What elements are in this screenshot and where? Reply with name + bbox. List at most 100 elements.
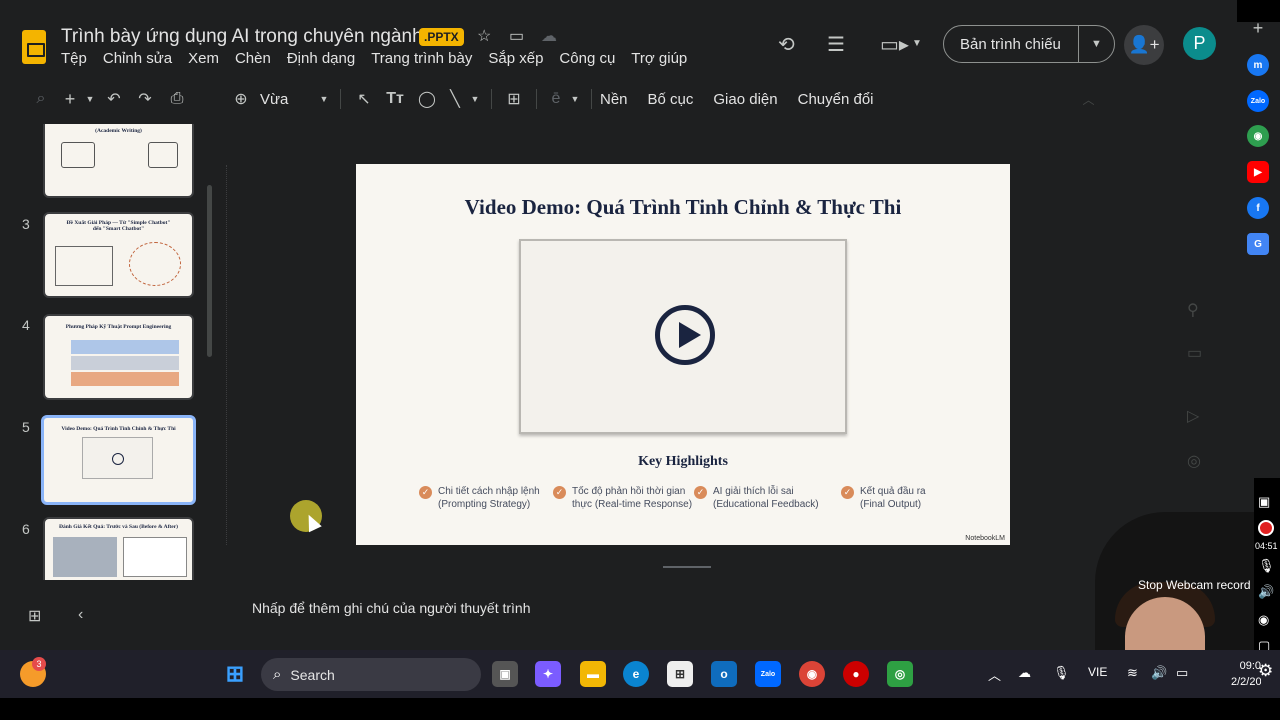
present-dropdown-icon[interactable]: ▼ — [1079, 38, 1114, 50]
outlook-icon[interactable]: o — [711, 661, 737, 687]
zoom-icon[interactable]: ⊕ — [228, 89, 254, 109]
zoom-level[interactable]: Vừa — [254, 91, 316, 108]
side-panel-icon[interactable]: ◎ — [1187, 451, 1201, 471]
slide-thumbnail-2[interactable]: (Academic Writing) — [43, 124, 194, 198]
speaker-icon[interactable]: 🔊 — [1258, 584, 1274, 600]
onedrive-icon[interactable]: ☁ — [1018, 665, 1031, 681]
highlights-heading[interactable]: Key Highlights — [356, 454, 1010, 470]
file-explorer-icon[interactable]: ▬ — [580, 661, 606, 687]
add-icon[interactable]: + — [1247, 17, 1269, 39]
accessibility-icon[interactable]: ē — [545, 90, 567, 108]
collapse-filmstrip-icon[interactable]: ‹ — [78, 606, 83, 624]
facebook-icon[interactable]: f — [1247, 197, 1269, 219]
slide-title[interactable]: Video Demo: Quá Trình Tinh Chỉnh & Thực … — [356, 195, 1010, 220]
record-icon[interactable] — [1258, 520, 1274, 536]
layout-button[interactable]: Bố cục — [648, 91, 694, 108]
side-panel-icon[interactable]: ▷ — [1187, 406, 1199, 426]
messenger-icon[interactable]: m — [1247, 54, 1269, 76]
comments-icon[interactable]: ☰ — [827, 32, 845, 57]
accessibility-dropdown-icon[interactable]: ▼ — [567, 94, 583, 104]
recorder-app-icon[interactable]: ● — [843, 661, 869, 687]
share-add-person-icon[interactable]: 👤+ — [1124, 25, 1164, 65]
slide-thumbnail-6[interactable]: Đánh Giá Kết Quả: Trước và Sau (Before &… — [43, 517, 194, 580]
meet-dropdown-icon[interactable]: ▼ — [912, 38, 922, 49]
collapse-toolbar-icon[interactable]: ︿ — [1069, 91, 1109, 108]
volume-icon[interactable]: 🔊 — [1151, 665, 1167, 681]
highlight-item[interactable]: ✓ Kết quả đầu ra (Final Output) — [841, 485, 926, 511]
undo-icon[interactable]: ↶ — [98, 89, 130, 109]
taskbar-search[interactable]: ⌕ Search — [261, 658, 481, 691]
highlight-item[interactable]: ✓ Tốc độ phản hồi thời gian thực (Real-t… — [553, 485, 692, 511]
meet-camera-icon[interactable]: ▭▸ — [880, 32, 909, 57]
slide-thumbnail-5-selected[interactable]: Video Demo: Quá Trình Tinh Chỉnh & Thực … — [41, 415, 196, 505]
play-icon[interactable] — [655, 305, 715, 365]
notes-resize-handle[interactable] — [663, 566, 711, 568]
present-label[interactable]: Bản trình chiếu — [944, 26, 1079, 62]
menu-insert[interactable]: Chèn — [235, 50, 271, 67]
side-panel-icon[interactable]: ⚲ — [1187, 300, 1199, 320]
microphone-icon[interactable]: 🎙 — [1258, 558, 1275, 574]
microsoft-store-icon[interactable]: ⊞ — [667, 661, 693, 687]
present-button[interactable]: Bản trình chiếu ▼ — [943, 25, 1115, 63]
chrome-icon[interactable]: ◉ — [799, 661, 825, 687]
menu-view[interactable]: Xem — [188, 50, 219, 67]
settings-gear-icon[interactable]: ⚙ — [1258, 661, 1273, 681]
stop-webcam-record-label[interactable]: Stop Webcam record — [1138, 578, 1251, 592]
edge-icon[interactable]: e — [623, 661, 649, 687]
theme-button[interactable]: Giao diện — [713, 91, 777, 108]
move-folder-icon[interactable]: ▭ — [509, 26, 524, 46]
windows-start-icon[interactable]: ⊞ — [222, 661, 248, 687]
menu-file[interactable]: Tệp — [61, 50, 87, 67]
zoom-dropdown-icon[interactable]: ▼ — [316, 94, 332, 104]
document-title[interactable]: Trình bày ứng dụng AI trong chuyên ngành — [61, 26, 423, 48]
task-view-icon[interactable]: ▣ — [492, 661, 518, 687]
print-icon[interactable]: ⎙ — [160, 90, 194, 108]
notebook-app-icon[interactable]: ◎ — [887, 661, 913, 687]
wifi-icon[interactable]: ≋ — [1127, 665, 1138, 681]
menu-edit[interactable]: Chỉnh sửa — [103, 50, 172, 67]
speaker-notes-placeholder[interactable]: Nhấp để thêm ghi chú của người thuyết tr… — [252, 600, 531, 616]
star-icon[interactable]: ☆ — [477, 26, 491, 46]
new-slide-icon[interactable]: + — [58, 89, 82, 110]
webcam-icon[interactable]: ◉ — [1258, 612, 1269, 628]
menu-help[interactable]: Trợ giúp — [631, 50, 687, 67]
redo-icon[interactable]: ↷ — [130, 89, 160, 109]
grid-view-icon[interactable]: ⊞ — [28, 606, 41, 626]
text-box-icon[interactable]: Tт — [379, 90, 411, 108]
line-icon[interactable]: ╲ — [443, 89, 467, 109]
translate-icon[interactable]: G — [1247, 233, 1269, 255]
transition-button[interactable]: Chuyển đổi — [798, 91, 874, 108]
slides-logo-icon[interactable] — [22, 30, 46, 64]
search-menus-icon[interactable]: ⌕ — [24, 90, 58, 108]
microphone-tray-icon[interactable]: 🎙 — [1053, 665, 1070, 681]
add-comment-icon[interactable]: ⊞ — [500, 89, 528, 109]
slide-thumbnail-3[interactable]: Đề Xuất Giải Pháp — Từ "Simple Chatbot" … — [43, 212, 194, 298]
video-placeholder[interactable] — [519, 239, 847, 434]
copilot-icon[interactable]: ✦ — [535, 661, 561, 687]
screenshot-camera-icon[interactable]: ▣ — [1258, 494, 1270, 510]
speaker-notes[interactable]: Nhấp để thêm ghi chú của người thuyết tr… — [237, 582, 1117, 632]
select-cursor-icon[interactable]: ↖ — [349, 89, 379, 109]
version-history-icon[interactable]: ⟲ — [778, 32, 795, 57]
battery-icon[interactable]: ▭ — [1176, 665, 1188, 681]
menu-format[interactable]: Định dạng — [287, 50, 355, 67]
youtube-icon[interactable]: ▶ — [1247, 161, 1269, 183]
menu-tools[interactable]: Công cụ — [559, 50, 615, 67]
line-dropdown-icon[interactable]: ▼ — [467, 94, 483, 104]
side-panel-icon[interactable]: ▭ — [1187, 343, 1202, 363]
zalo-taskbar-icon[interactable]: Zalo — [755, 661, 781, 687]
highlight-item[interactable]: ✓ Chi tiết cách nhập lệnh (Prompting Str… — [419, 485, 540, 511]
account-avatar[interactable]: P — [1183, 27, 1216, 60]
system-clock[interactable]: 09:0 2/2/202 — [1231, 658, 1261, 690]
input-language[interactable]: VIE — [1088, 665, 1107, 679]
slide-thumbnail-4[interactable]: Phương Pháp Kỹ Thuật Prompt Engineering — [43, 314, 194, 400]
current-slide[interactable]: Video Demo: Quá Trình Tinh Chỉnh & Thực … — [356, 164, 1010, 545]
highlight-item[interactable]: ✓ AI giải thích lỗi sai (Educational Fee… — [694, 485, 819, 511]
show-hidden-icons[interactable]: ︿ — [988, 665, 1001, 684]
menu-slide[interactable]: Trang trình bày — [371, 50, 472, 67]
game-icon[interactable]: ◉ — [1247, 125, 1269, 147]
menu-arrange[interactable]: Sắp xếp — [488, 50, 543, 67]
new-slide-dropdown-icon[interactable]: ▼ — [82, 94, 98, 104]
zalo-icon[interactable]: Zalo — [1247, 90, 1269, 112]
background-button[interactable]: Nền — [600, 91, 628, 108]
